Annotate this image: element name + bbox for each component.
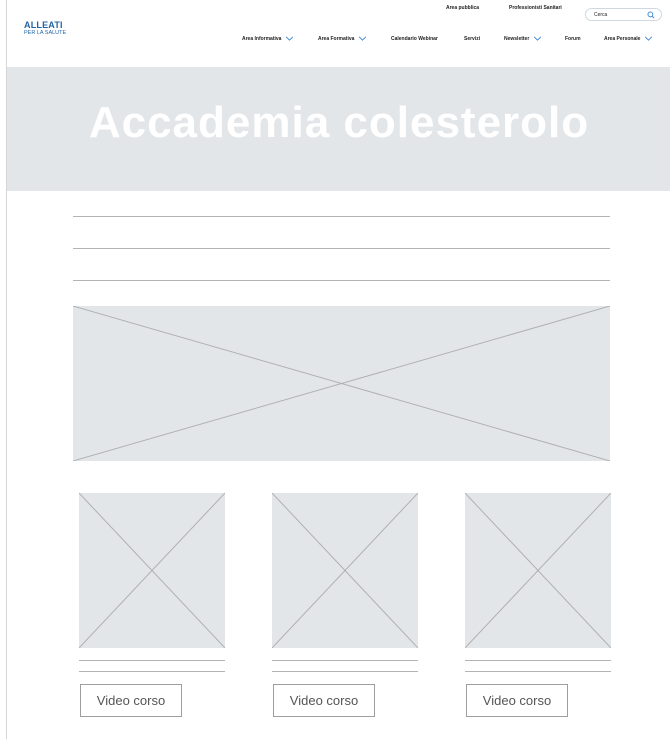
search-icon[interactable] [647,11,655,19]
logo-title: ALLEATI [24,20,63,30]
page-title: Accademia colesterolo [88,98,590,147]
text-placeholder-line [73,248,610,249]
text-placeholder-line [73,280,610,281]
top-link-professionisti-sanitari[interactable]: Professionisti Sanitari [509,5,562,11]
nav-forum[interactable]: Forum [565,36,581,42]
search-input[interactable] [594,10,644,19]
video-course-button[interactable]: Video corso [466,684,568,717]
nav-label: Calendario Webinar [391,36,438,42]
text-placeholder-line [272,671,418,672]
nav-newsletter[interactable]: Newsletter [504,36,542,42]
nav-area-personale[interactable]: Area Personale [604,36,653,42]
text-placeholder-line [79,671,225,672]
nav-label: Forum [565,36,581,42]
chevron-down-icon [359,36,367,41]
course-thumbnail-placeholder[interactable] [465,493,611,648]
top-link-area-pubblica[interactable]: Area pubblica [446,5,479,11]
nav-area-formativa[interactable]: Area Formativa [318,36,367,42]
text-placeholder-line [73,216,610,217]
search-box[interactable] [585,8,662,21]
text-placeholder-line [465,660,611,661]
logo[interactable]: ALLEATI PER LA SALUTE [24,20,66,37]
nav-area-informativa[interactable]: Area Informativa [242,36,294,42]
chevron-down-icon [645,36,653,41]
nav-label: Servizi [464,36,481,42]
nav-label: Area Formativa [318,36,355,42]
nav-label: Area Personale [604,36,641,42]
page: ALLEATI PER LA SALUTE Area pubblica Prof… [6,0,670,739]
chevron-down-icon [534,36,542,41]
main-image-placeholder [73,306,610,461]
nav-calendario-webinar[interactable]: Calendario Webinar [391,36,438,42]
logo-subtitle: PER LA SALUTE [24,30,67,36]
course-thumbnail-placeholder[interactable] [272,493,418,648]
chevron-down-icon [286,36,294,41]
text-placeholder-line [272,660,418,661]
video-course-button[interactable]: Video corso [273,684,375,717]
nav-label: Area Informativa [242,36,282,42]
nav-label: Newsletter [504,36,530,42]
video-course-button[interactable]: Video corso [80,684,182,717]
nav-servizi[interactable]: Servizi [464,36,480,42]
text-placeholder-line [79,660,225,661]
hero-banner: Accademia colesterolo [7,67,670,191]
text-placeholder-line [465,671,611,672]
course-thumbnail-placeholder[interactable] [79,493,225,648]
